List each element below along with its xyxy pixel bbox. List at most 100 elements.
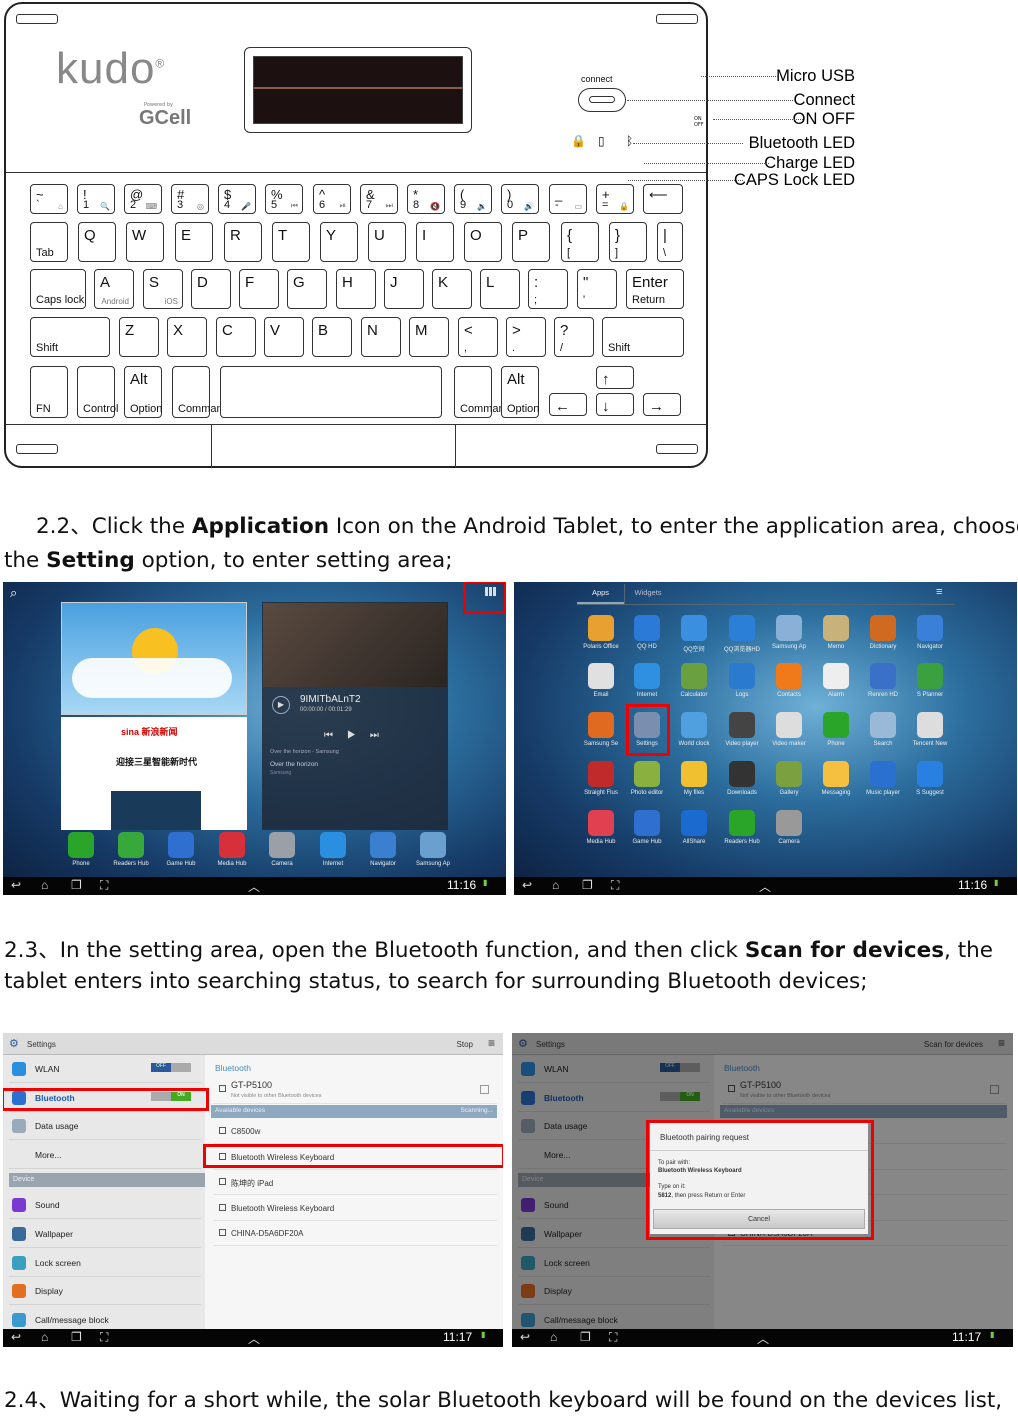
key-y[interactable]: Y xyxy=(320,222,358,262)
screenshot-icon[interactable]: ⛶ xyxy=(100,878,108,893)
key-caps-lock[interactable]: Caps lock xyxy=(30,269,86,309)
key-command[interactable]: Command xyxy=(454,366,511,418)
key->[interactable]: >. xyxy=(506,317,546,357)
settings-item-sound[interactable]: Sound xyxy=(9,1191,201,1220)
key-j[interactable]: J xyxy=(384,269,424,309)
key-m[interactable]: M xyxy=(409,317,449,357)
up-chevron-icon[interactable]: ︿ xyxy=(248,1330,260,1347)
key-command[interactable]: Command xyxy=(172,366,229,418)
settings-item-display[interactable]: Display xyxy=(9,1277,201,1306)
recent-apps-icon[interactable]: ❐ xyxy=(71,878,82,892)
key-"[interactable]: " ' xyxy=(577,269,617,309)
dock-app[interactable]: Internet xyxy=(309,832,357,867)
wlan-toggle[interactable]: OFF xyxy=(151,1063,191,1072)
home-icon[interactable]: ⌂ xyxy=(552,878,559,892)
dock-app[interactable]: Samsung Ap xyxy=(409,832,457,867)
back-icon[interactable]: ↩ xyxy=(11,878,21,892)
app-internet[interactable]: Internet xyxy=(623,663,671,698)
app-qq-[interactable]: QQ空间 xyxy=(670,615,718,653)
dock-app[interactable]: Media Hub xyxy=(208,832,256,867)
key-t[interactable]: T xyxy=(272,222,310,262)
app-samsung-se[interactable]: Samsung Se xyxy=(577,712,625,747)
app-video-player[interactable]: Video player xyxy=(718,712,766,747)
key-a[interactable]: A Android xyxy=(94,269,134,309)
app-samsung-ap[interactable]: Samsung Ap xyxy=(765,615,813,650)
menu-icon[interactable]: ≡ xyxy=(936,586,942,598)
home-icon[interactable]: ⌂ xyxy=(550,1330,557,1344)
app-media-hub[interactable]: Media Hub xyxy=(577,810,625,845)
key-p[interactable]: P xyxy=(512,222,550,262)
dock-app[interactable]: Phone xyxy=(57,832,105,867)
key-$[interactable]: $4 🎤 xyxy=(218,184,256,214)
app-renren-hd[interactable]: Renren HD xyxy=(859,663,907,698)
key-shift[interactable]: Shift xyxy=(30,317,110,357)
key-|[interactable]: | \ xyxy=(657,222,683,262)
screenshot-icon[interactable]: ⛶ xyxy=(609,1330,617,1345)
key-d[interactable]: D xyxy=(191,269,231,309)
tab-widgets[interactable]: Widgets xyxy=(624,584,671,604)
key-&[interactable]: & 7 ⏭ xyxy=(360,184,398,214)
news-widget[interactable]: sina 新浪新闻 迎接三星智能新时代 xyxy=(61,717,247,830)
key-v[interactable]: V xyxy=(264,317,304,357)
settings-item-wlan[interactable]: WLAN OFF xyxy=(9,1055,201,1083)
key-%[interactable]: % 5 ⏮ xyxy=(265,184,303,214)
key-u[interactable]: U xyxy=(368,222,406,262)
key-l[interactable]: L xyxy=(480,269,520,309)
key-#[interactable]: #3 ◎ xyxy=(171,184,209,214)
app-polaris-office[interactable]: Polaris Office xyxy=(577,615,625,650)
key-<[interactable]: <, xyxy=(458,317,498,357)
app-music-player[interactable]: Music player xyxy=(859,761,907,796)
back-icon[interactable]: ↩ xyxy=(11,1330,21,1344)
back-icon[interactable]: ↩ xyxy=(520,1330,530,1344)
key-x[interactable]: X xyxy=(167,317,207,357)
visibility-checkbox[interactable] xyxy=(480,1085,489,1094)
app-readers-hub[interactable]: Readers Hub xyxy=(718,810,766,845)
app-alarm[interactable]: Alarm xyxy=(812,663,860,698)
key-+[interactable]: + = 🔒 xyxy=(596,184,634,214)
key-↓[interactable]: ↓ xyxy=(596,393,634,416)
home-icon[interactable]: ⌂ xyxy=(41,878,48,892)
app-search[interactable]: Search xyxy=(859,712,907,747)
app-video-maker[interactable]: Video maker xyxy=(765,712,813,747)
app-memo[interactable]: Memo xyxy=(812,615,860,650)
key-k[interactable]: K xyxy=(432,269,472,309)
device-list-item[interactable]: Bluetooth Wireless Keyboard xyxy=(213,1196,497,1221)
app-s-planner[interactable]: S Planner xyxy=(906,663,954,698)
app-tencent-new[interactable]: Tencent New xyxy=(906,712,954,747)
app-allshare[interactable]: AllShare xyxy=(670,810,718,845)
recent-apps-icon[interactable]: ❐ xyxy=(71,1330,82,1344)
key-alt[interactable]: Alt Option xyxy=(501,366,539,418)
device-list-item[interactable]: 陈坤的 iPad xyxy=(213,1170,497,1195)
dock-app[interactable]: Camera xyxy=(258,832,306,867)
key-)[interactable]: ) 0 🔊 xyxy=(501,184,539,214)
key-i[interactable]: I xyxy=(416,222,454,262)
key-alt[interactable]: Alt Option xyxy=(124,366,162,418)
key-{[interactable]: {[ xyxy=(561,222,599,262)
key-o[interactable]: O xyxy=(464,222,502,262)
home-icon[interactable]: ⌂ xyxy=(41,1330,48,1344)
up-chevron-icon[interactable]: ︿ xyxy=(248,878,260,895)
dock-app[interactable]: Navigator xyxy=(359,832,407,867)
device-list-item[interactable]: CHINA-D5A6DF20A xyxy=(213,1221,497,1246)
app-photo-editor[interactable]: Photo editor xyxy=(623,761,671,796)
dock-app[interactable]: Readers Hub xyxy=(107,832,155,867)
screenshot-icon[interactable]: ⛶ xyxy=(611,878,619,893)
settings-item-data-usage[interactable]: Data usage xyxy=(9,1112,201,1141)
screenshot-icon[interactable]: ⛶ xyxy=(100,1330,108,1345)
settings-item-lock-screen[interactable]: Lock screen xyxy=(9,1249,201,1277)
app-qq-hd[interactable]: QQ HD xyxy=(623,615,671,650)
device-list-item[interactable]: C8500w xyxy=(213,1119,497,1144)
key-h[interactable]: H xyxy=(336,269,376,309)
key-![interactable]: ! 1 🔍 xyxy=(77,184,115,214)
app-s-suggest[interactable]: S Suggest xyxy=(906,761,954,796)
settings-item-more-[interactable]: More... xyxy=(9,1141,201,1169)
app-camera[interactable]: Camera xyxy=(765,810,813,845)
app-phone[interactable]: Phone xyxy=(812,712,860,747)
key-↑[interactable]: ↑ xyxy=(596,366,634,389)
key-*[interactable]: * 8 🔇 xyxy=(407,184,445,214)
back-icon[interactable]: ↩ xyxy=(522,878,532,892)
key-^[interactable]: ^ 6 ⏯ xyxy=(313,184,351,214)
key-?[interactable]: ? / xyxy=(554,317,594,357)
app-email[interactable]: Email xyxy=(577,663,625,698)
key-e[interactable]: E xyxy=(175,222,213,262)
